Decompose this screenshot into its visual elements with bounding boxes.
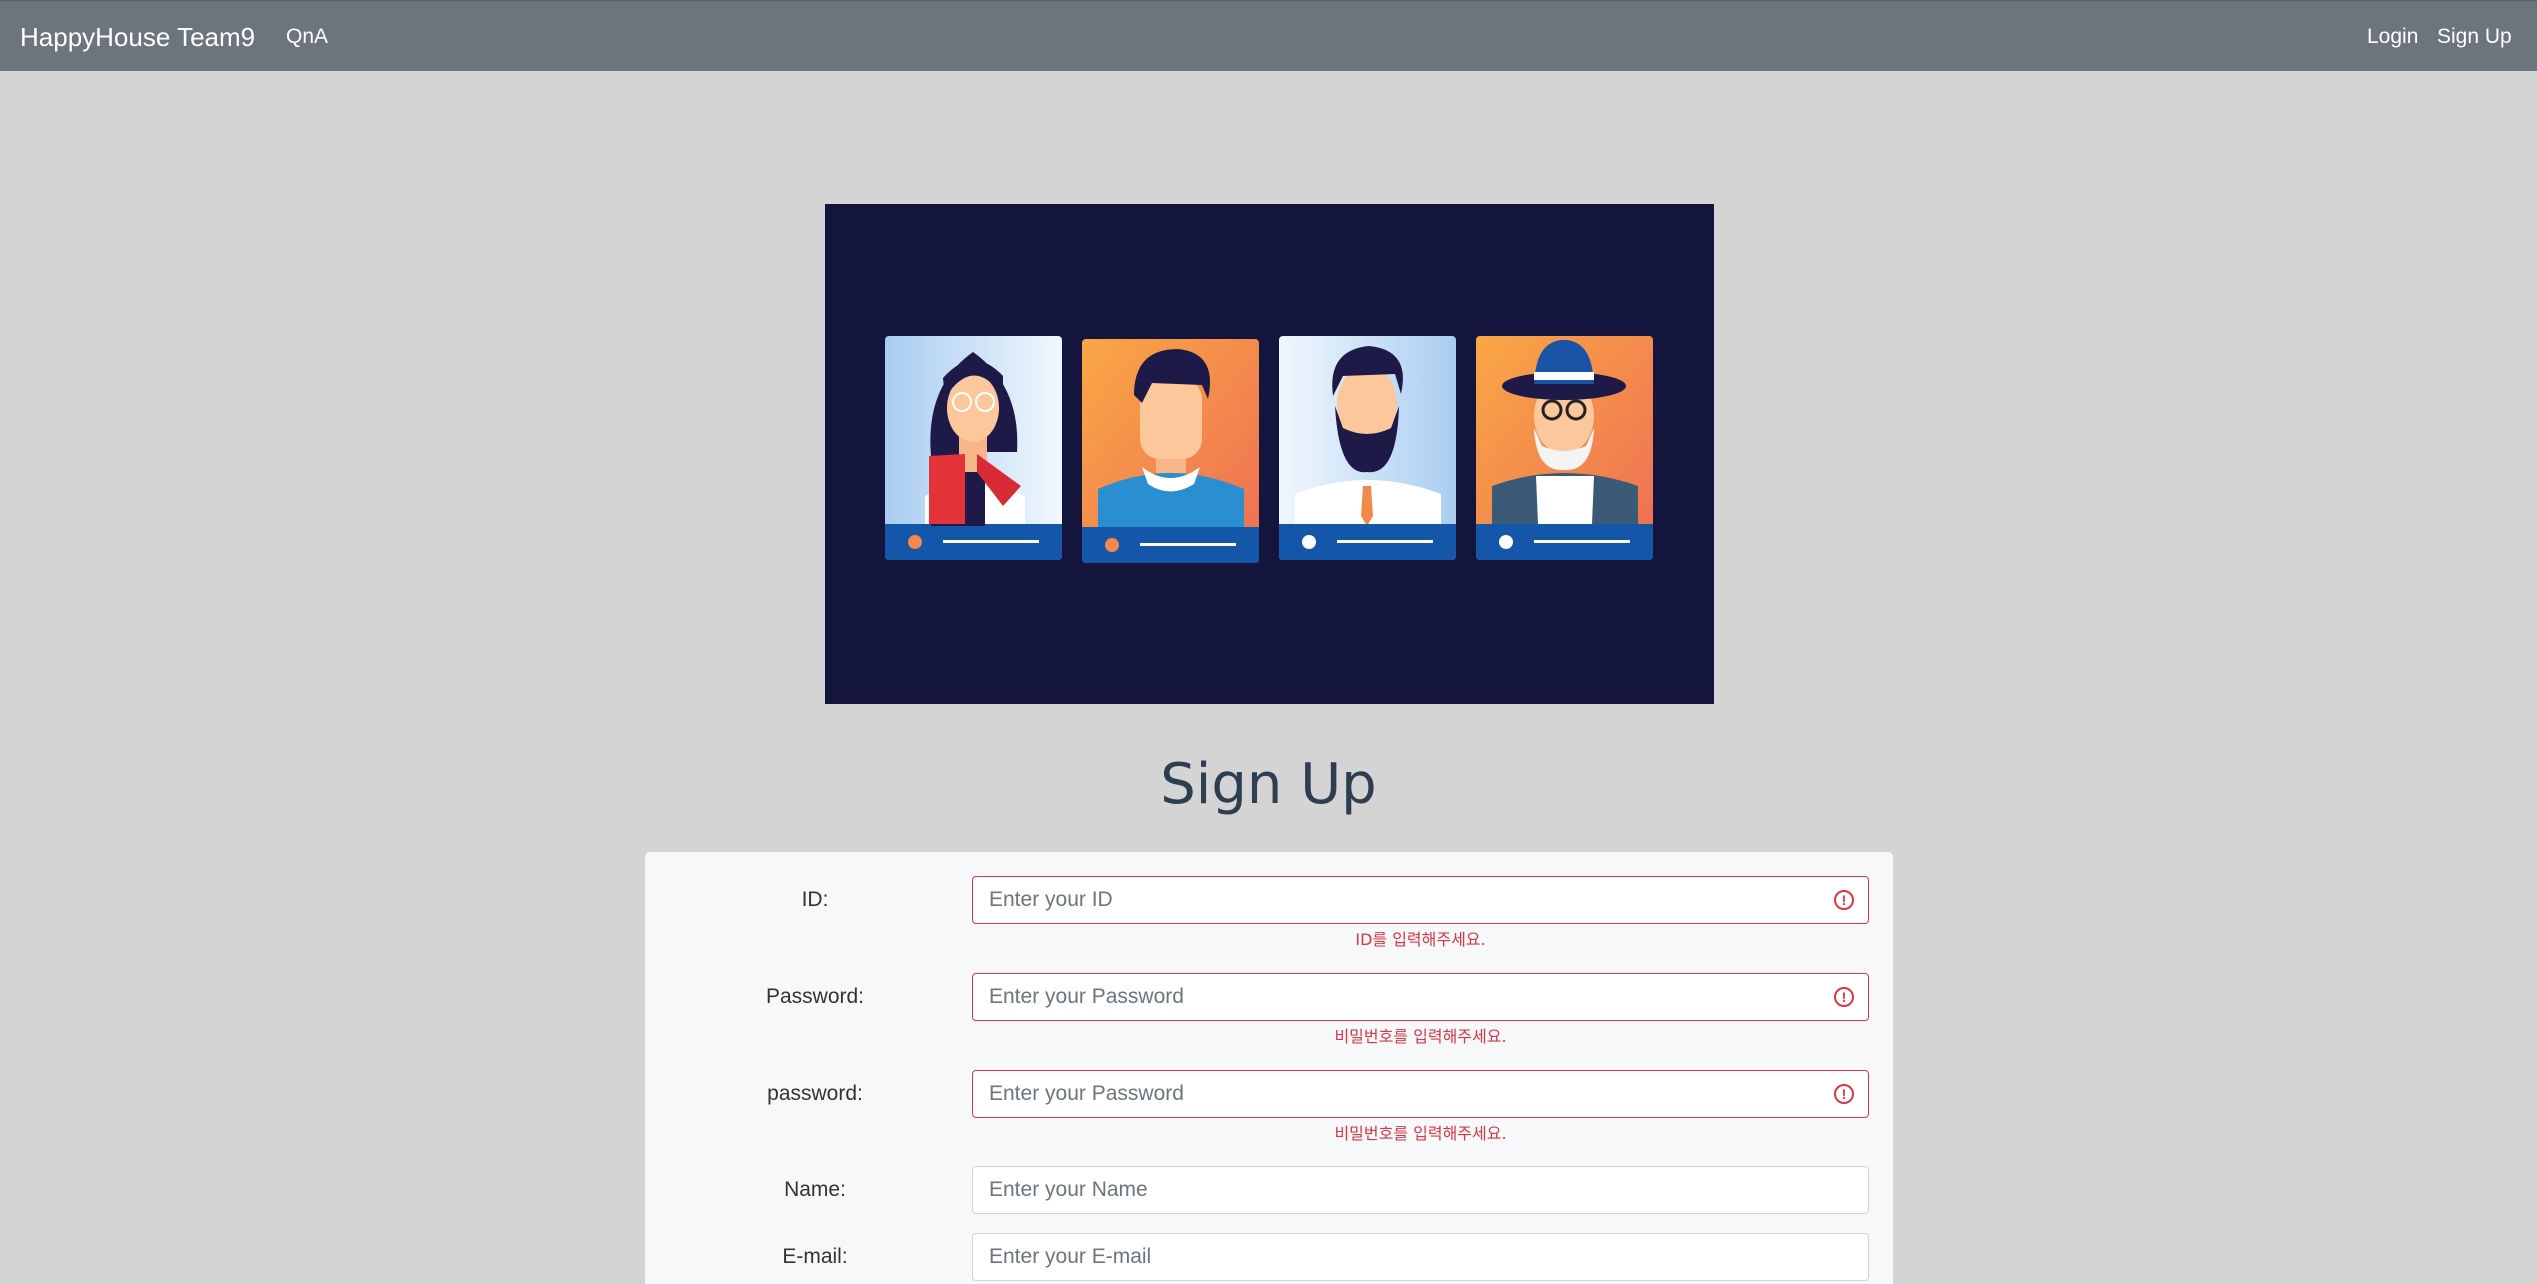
password-input[interactable] [972,973,1869,1021]
password-error-icon: ! [1834,987,1854,1007]
name-input[interactable] [972,1166,1869,1214]
id-label: ID: [801,888,829,911]
woman-avatar-icon [885,336,1062,560]
password-feedback: 비밀번호를 입력해주세요. [1334,1027,1507,1046]
old-man-hat-avatar-icon [1476,336,1653,560]
page-title: Sign Up [1160,752,1377,817]
nav-login-link[interactable]: Login [2367,23,2418,51]
password-label: Password: [765,985,865,1008]
man-avatar-icon [1082,339,1259,563]
email-input[interactable] [972,1233,1869,1281]
hero-image [825,204,1714,704]
password-confirm-feedback: 비밀번호를 입력해주세요. [1334,1124,1507,1143]
id-feedback: ID를 입력해주세요. [1355,930,1486,949]
bearded-man-avatar-icon [1279,336,1456,560]
navbar: HappyHouse Team9 QnA Login Sign Up [0,0,2537,71]
password-confirm-error-icon: ! [1834,1084,1854,1104]
password-confirm-label: password: [767,1082,863,1105]
id-error-icon: ! [1834,890,1854,910]
brand-link[interactable]: HappyHouse Team9 [20,21,255,53]
password-confirm-input[interactable] [972,1070,1869,1118]
name-label: Name: [784,1178,846,1201]
id-input[interactable] [972,876,1869,924]
nav-signup-link[interactable]: Sign Up [2437,23,2512,51]
email-label: E-mail: [782,1245,848,1268]
nav-qna-link[interactable]: QnA [286,23,328,51]
